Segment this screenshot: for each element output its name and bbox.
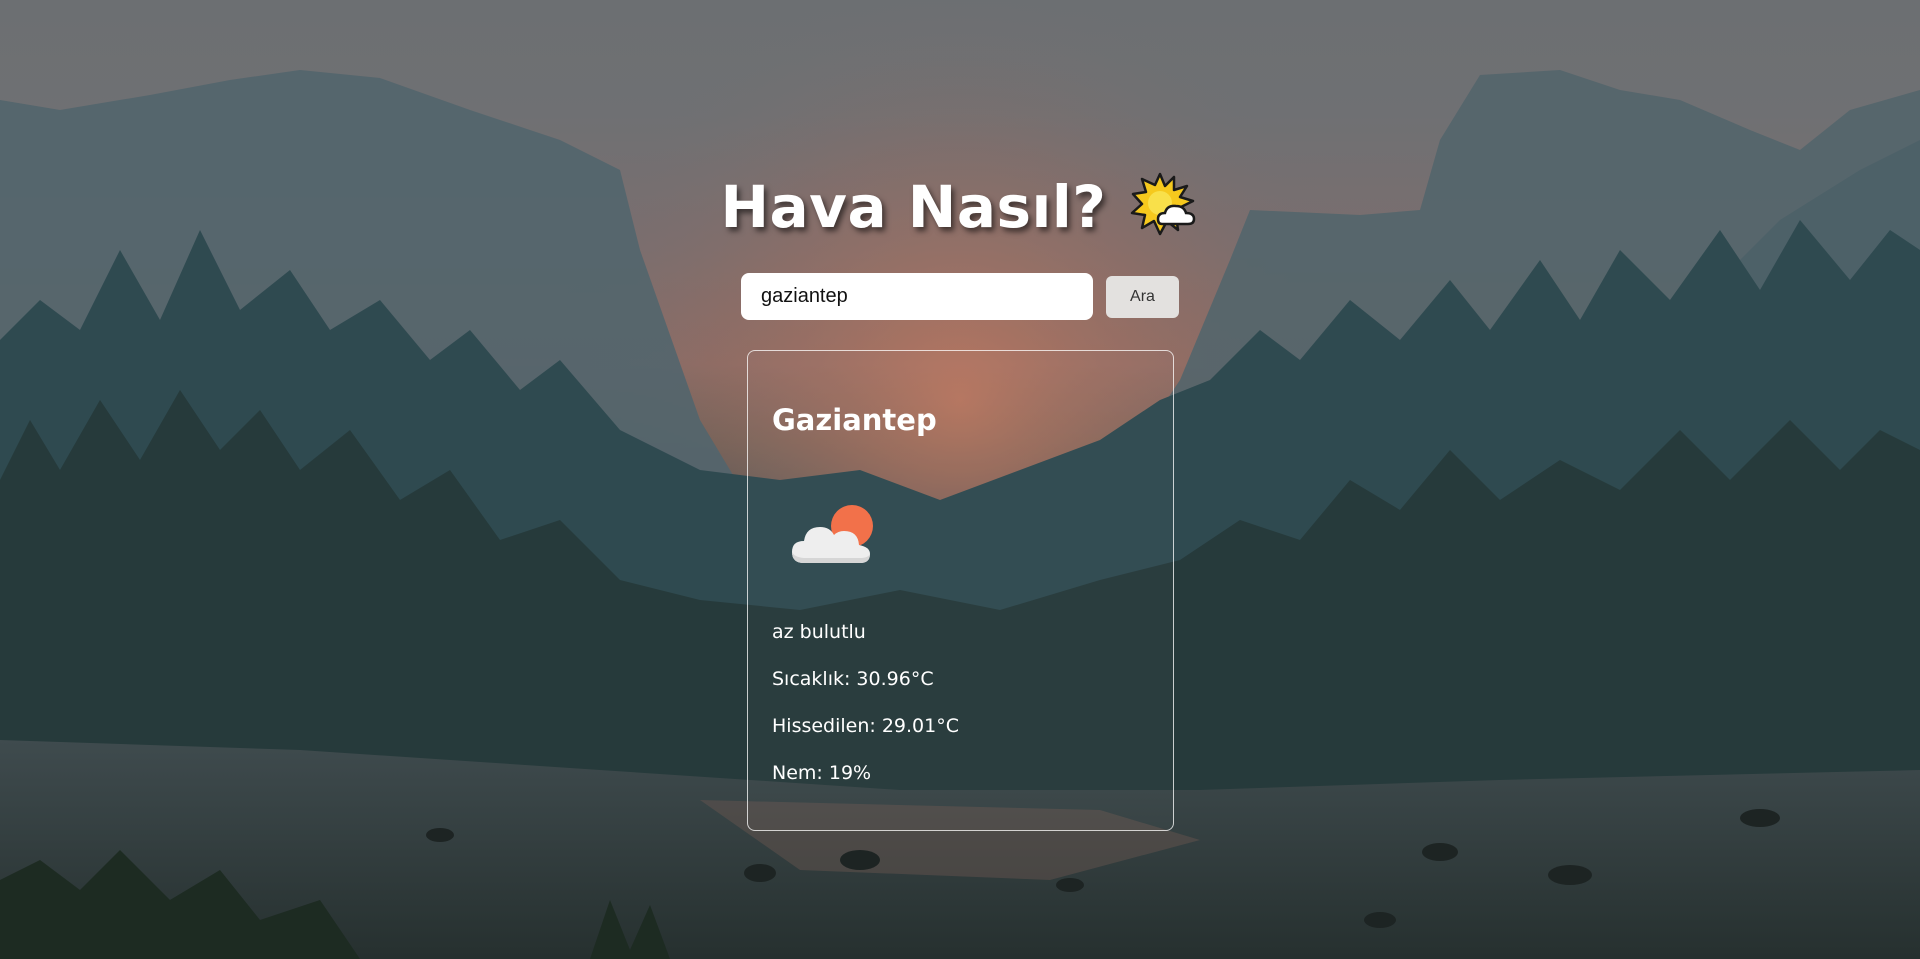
humidity-text: Nem: 19% — [772, 762, 872, 784]
page-title: Hava Nasıl? — [720, 173, 1107, 241]
few-clouds-icon — [788, 491, 880, 571]
weather-description: az bulutlu — [772, 621, 866, 643]
city-search-input[interactable] — [741, 273, 1093, 320]
feels-like-text: Hissedilen: 29.01°C — [772, 715, 960, 737]
sun-behind-cloud-icon — [1130, 172, 1200, 242]
header: Hava Nasıl? — [0, 172, 1920, 242]
search-button[interactable]: Ara — [1106, 276, 1179, 318]
weather-card: Gaziantep az bulutlu Sıcaklık: 30.96°C H… — [747, 350, 1174, 831]
city-name: Gaziantep — [772, 403, 937, 437]
temperature-text: Sıcaklık: 30.96°C — [772, 668, 934, 690]
